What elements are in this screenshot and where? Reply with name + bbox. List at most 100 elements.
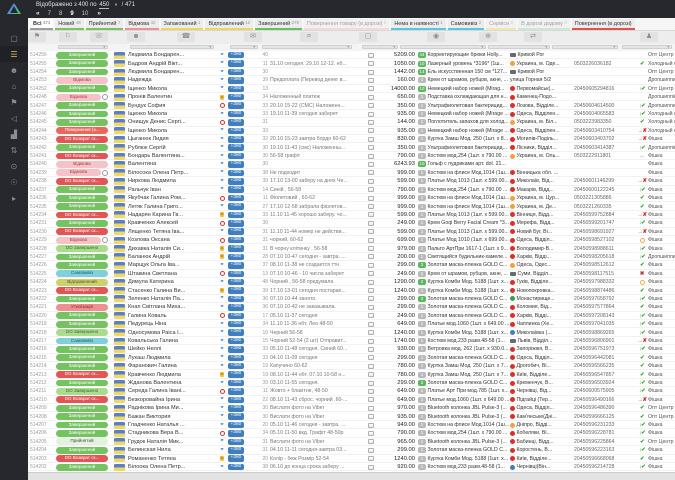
invoice-icon[interactable] bbox=[368, 154, 374, 159]
last-page-button[interactable]: » bbox=[97, 10, 100, 17]
ttn-number[interactable]: 20450604065583 bbox=[574, 111, 636, 117]
column-header-substatus-flag2-icon[interactable]: ⚐ bbox=[59, 32, 77, 42]
tab-9[interactable]: Самовивіз2 bbox=[448, 19, 484, 30]
status-badge[interactable]: Завершений bbox=[56, 346, 108, 353]
column-header-comment-chat-icon[interactable]: ✉ bbox=[244, 32, 262, 42]
phone-prefix-badge[interactable]: +380 bbox=[228, 195, 244, 202]
ttn-number[interactable]: 20450596214728 bbox=[574, 464, 636, 470]
invoice-icon[interactable] bbox=[368, 95, 374, 100]
phone-prefix-badge[interactable]: +380 bbox=[228, 430, 244, 437]
invoice-icon[interactable] bbox=[368, 389, 374, 394]
column-filter-0[interactable]: ▼ bbox=[58, 45, 108, 49]
phone-prefix-badge[interactable]: +380 bbox=[228, 262, 244, 269]
phone-prefix-badge[interactable]: +380 bbox=[228, 186, 244, 193]
table-row[interactable]: 514212ЗавершенийЖданова Валентина*+38039… bbox=[28, 379, 675, 387]
status-badge[interactable]: DO Возврат ск... bbox=[56, 371, 108, 378]
phone-prefix-badge[interactable]: +380 bbox=[228, 388, 244, 395]
invoice-icon[interactable] bbox=[368, 246, 374, 251]
status-badge[interactable]: DO Возврат ск... bbox=[56, 287, 108, 294]
table-row[interactable]: 514219ЗавершенийПедурець Ніна*+3803411.1… bbox=[28, 320, 675, 328]
status-badge[interactable]: Завершений bbox=[56, 296, 108, 303]
phone-prefix-badge[interactable]: +380 bbox=[228, 287, 244, 294]
phone-prefix-badge[interactable]: +380 bbox=[228, 153, 244, 160]
status-badge[interactable]: Завершений bbox=[56, 430, 108, 437]
status-badge[interactable]: Завершений bbox=[56, 186, 108, 193]
table-row[interactable]: 514218DO ЗавершеноОдносумова Раіса І...*… bbox=[28, 328, 675, 336]
phone-prefix-badge[interactable]: +380 bbox=[228, 111, 244, 118]
status-badge[interactable]: Завершений bbox=[56, 203, 108, 210]
table-row[interactable]: 514208ЗавершенийБажан Виктория*+38030Вис… bbox=[28, 412, 675, 420]
sidebar-item-support[interactable]: ☉ bbox=[0, 174, 28, 190]
table-row[interactable]: 514241DO Возврат ск...Бондарь Валентина.… bbox=[28, 152, 675, 160]
table-row[interactable]: 514210DO Возврат ск...Безкоровайна Ірина… bbox=[28, 396, 675, 404]
invoice-icon[interactable] bbox=[368, 254, 374, 259]
page-button-7[interactable]: 7 bbox=[48, 11, 51, 17]
column-header-city-pin-icon[interactable]: ◉ bbox=[427, 32, 445, 42]
invoice-icon[interactable] bbox=[368, 456, 374, 461]
ttn-number[interactable]: 20450598691927 bbox=[574, 229, 636, 235]
invoice-icon[interactable] bbox=[368, 238, 374, 243]
table-row[interactable]: 514240ВідмоваВалентина*+380306243.9310Го… bbox=[28, 160, 675, 168]
phone-prefix-badge[interactable]: +380 bbox=[228, 102, 244, 109]
table-row[interactable]: 514209ЗавершенийРаднікова Ірина Ми...*+3… bbox=[28, 404, 675, 412]
status-badge[interactable]: Відмова bbox=[56, 94, 101, 101]
ttn-number[interactable]: 20450598527102 bbox=[574, 237, 636, 243]
phone-prefix-badge[interactable]: +380 bbox=[228, 355, 244, 362]
table-row[interactable]: 514255ЗавершенийБадров Андрій Вікт...*+3… bbox=[28, 59, 675, 67]
status-badge[interactable]: Відправлений bbox=[56, 279, 108, 286]
status-badge[interactable]: DO Возврат ск... bbox=[56, 136, 108, 143]
invoice-icon[interactable] bbox=[368, 128, 374, 133]
ttn-number[interactable]: 20450599752884 bbox=[574, 212, 636, 218]
table-row[interactable]: 514253ВідмоваНадежда*+38039Предоплата (П… bbox=[28, 76, 675, 84]
invoice-icon[interactable] bbox=[368, 103, 374, 108]
ttn-number[interactable]: 20450596490166 bbox=[574, 397, 636, 403]
invoice-icon[interactable] bbox=[368, 339, 374, 344]
chevron-down-icon[interactable]: ▼ bbox=[114, 2, 118, 7]
tab-0[interactable]: Всі471 bbox=[30, 19, 53, 30]
ttn-number[interactable]: 20450596503924 bbox=[574, 380, 636, 386]
phone-prefix-badge[interactable]: +380 bbox=[228, 422, 244, 429]
invoice-icon[interactable] bbox=[368, 364, 374, 369]
phone-prefix-badge[interactable]: +380 bbox=[228, 119, 244, 126]
sidebar-item-price-tag[interactable]: ⚑ bbox=[0, 94, 28, 110]
phone-prefix-badge[interactable]: +380 bbox=[228, 161, 244, 168]
ttn-number[interactable]: 20450597208143 bbox=[574, 313, 636, 319]
status-badge[interactable]: DO Возврат ск... bbox=[56, 153, 108, 160]
status-badge[interactable]: Самовивіз bbox=[56, 338, 108, 345]
invoice-icon[interactable] bbox=[368, 296, 374, 301]
status-badge[interactable]: Повернення (з... bbox=[56, 127, 108, 134]
phone-prefix-badge[interactable]: +380 bbox=[228, 304, 244, 311]
table-row[interactable]: 514247ЗавершенийБундук София+3803320.10 … bbox=[28, 101, 675, 109]
invoice-icon[interactable] bbox=[368, 137, 374, 142]
ttn-number[interactable]: 20450596566235 bbox=[574, 363, 636, 369]
invoice-icon[interactable] bbox=[368, 162, 374, 167]
tab-12[interactable]: Повернення (в дорозі) bbox=[572, 19, 635, 30]
invoice-icon[interactable] bbox=[368, 414, 374, 419]
ttn-number[interactable]: 20450598869265 bbox=[574, 330, 636, 336]
phone-prefix-badge[interactable]: +380 bbox=[228, 329, 244, 336]
invoice-icon[interactable] bbox=[368, 179, 374, 184]
status-badge[interactable]: Завершений bbox=[56, 69, 108, 76]
invoice-icon[interactable] bbox=[368, 271, 374, 276]
table-row[interactable]: 514226ЗавершенийМарщук Ольга Іва...*+380… bbox=[28, 261, 675, 269]
status-badge[interactable]: Завершений bbox=[56, 254, 108, 261]
ttn-number[interactable]: 20450604614500 bbox=[574, 103, 636, 109]
column-filter-3[interactable]: ▼ bbox=[262, 45, 352, 49]
column-header-customer-users-icon[interactable]: ☻ bbox=[127, 32, 145, 42]
tab-4[interactable]: Запакований1 bbox=[161, 19, 204, 30]
invoice-icon[interactable] bbox=[368, 263, 374, 268]
phone-prefix-badge[interactable]: +380 bbox=[228, 405, 244, 412]
status-badge[interactable]: Завершений bbox=[56, 85, 108, 92]
invoice-icon[interactable] bbox=[368, 70, 374, 75]
ttn-number[interactable]: 20450598988611 bbox=[574, 246, 636, 252]
phone-prefix-badge[interactable]: +380 bbox=[228, 371, 244, 378]
phone-prefix-badge[interactable]: +380 bbox=[228, 413, 244, 420]
phone-prefix-badge[interactable]: +380 bbox=[228, 363, 244, 370]
ttn-number[interactable]: 20450603410754 bbox=[574, 128, 636, 134]
column-header-payment-cash-icon[interactable]: ¤ bbox=[300, 32, 318, 42]
status-badge[interactable]: DO Завершено bbox=[56, 245, 108, 252]
ttn-number[interactable]: 20450598205618 bbox=[574, 254, 636, 260]
table-row[interactable]: 514213DO Возврат ск...Кравченко Людмилаi… bbox=[28, 370, 675, 378]
tab-6[interactable]: Завершений278 bbox=[255, 19, 302, 30]
table-row[interactable]: 514229ВідмоваКозлова Оксана+38031чорний,… bbox=[28, 236, 675, 244]
